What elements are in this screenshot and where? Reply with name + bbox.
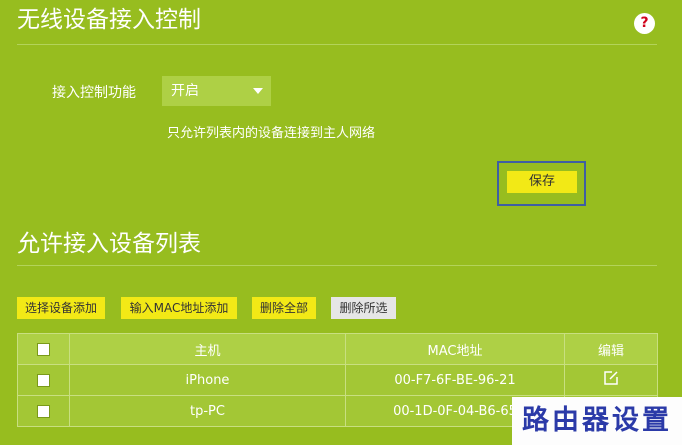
section-title-allowed-list: 允许接入设备列表 [17, 231, 201, 257]
delete-all-button[interactable]: 删除全部 [252, 297, 316, 319]
access-control-select[interactable]: 开启 [162, 76, 271, 106]
input-mac-add-button[interactable]: 输入MAC地址添加 [121, 297, 237, 319]
chevron-down-icon [253, 88, 263, 94]
access-control-note: 只允许列表内的设备连接到主人网络 [167, 126, 376, 141]
edit-cell [564, 364, 658, 396]
divider [17, 265, 657, 266]
section-title-access-control: 无线设备接入控制 [17, 7, 201, 33]
save-button[interactable]: 保存 [507, 171, 577, 193]
delete-selected-button[interactable]: 删除所选 [331, 297, 396, 319]
edit-column-header: 编辑 [564, 333, 658, 365]
select-all-checkbox[interactable] [37, 342, 50, 356]
host-column-header: 主机 [69, 333, 346, 365]
mac-cell: 00-F7-6F-BE-96-21 [345, 364, 565, 396]
access-control-select-value: 开启 [171, 83, 199, 99]
divider [17, 44, 657, 45]
help-icon[interactable]: ? [634, 13, 655, 34]
access-control-label: 接入控制功能 [52, 85, 136, 101]
host-cell: tp-PC [69, 395, 346, 427]
select-device-add-button[interactable]: 选择设备添加 [17, 297, 105, 319]
host-cell: iPhone [69, 364, 346, 396]
watermark-logo: 路由器设置 [512, 397, 682, 445]
row-select-cell [17, 395, 70, 427]
table-header-row: 主机 MAC地址 编辑 [17, 333, 658, 365]
row-checkbox[interactable] [37, 373, 50, 387]
table-row: iPhone 00-F7-6F-BE-96-21 [17, 364, 658, 396]
row-select-cell [17, 364, 70, 396]
mac-column-header: MAC地址 [345, 333, 565, 365]
edit-icon[interactable] [603, 370, 619, 390]
select-all-cell [17, 333, 70, 365]
row-checkbox[interactable] [37, 404, 50, 418]
